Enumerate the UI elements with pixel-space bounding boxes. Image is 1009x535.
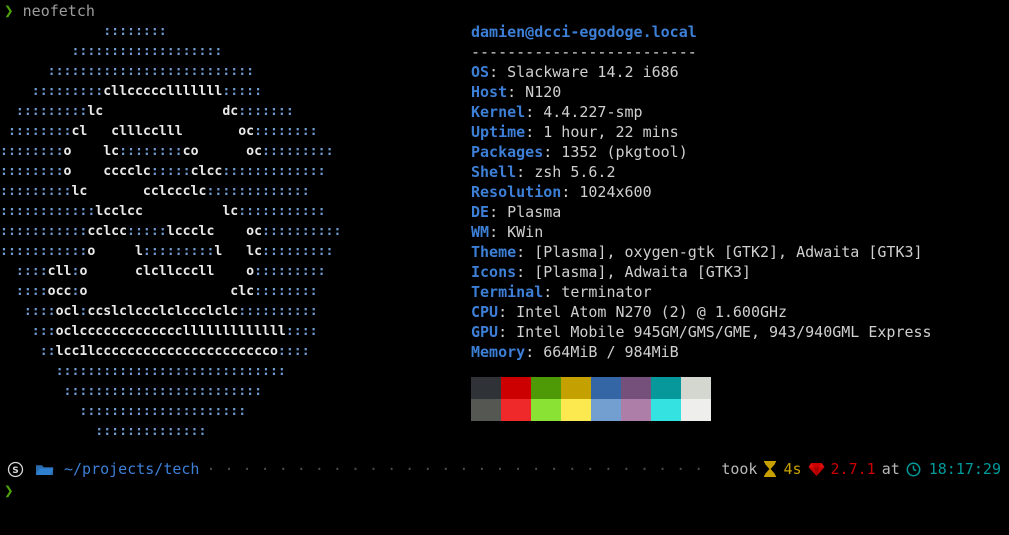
info-key-resolution: Resolution bbox=[471, 183, 562, 201]
info-title: damien@dcci-egodoge.local bbox=[471, 23, 697, 41]
palette-bright-swatch-7 bbox=[681, 399, 711, 421]
info-row-os: OS: Slackware 14.2 i686 bbox=[471, 62, 1001, 82]
info-row-resolution: Resolution: 1024x600 bbox=[471, 182, 1001, 202]
info-row-shell: Shell: zsh 5.6.2 bbox=[471, 162, 1001, 182]
info-rule: ------------------------- bbox=[471, 43, 697, 61]
color-palette bbox=[471, 377, 711, 421]
palette-normal-swatch-1 bbox=[501, 377, 531, 399]
palette-normal-swatch-6 bbox=[651, 377, 681, 399]
info-row-gpu: GPU: Intel Mobile 945GM/GMS/GME, 943/940… bbox=[471, 322, 1001, 342]
at-label: at bbox=[881, 460, 900, 478]
info-row-theme: Theme: [Plasma], oxygen-gtk [GTK2], Adwa… bbox=[471, 242, 1001, 262]
info-value-uptime: : 1 hour, 22 mins bbox=[525, 123, 679, 141]
info-row-kernel: Kernel: 4.4.227-smp bbox=[471, 102, 1001, 122]
slackware-icon: S bbox=[6, 460, 24, 478]
palette-normal-swatch-7 bbox=[681, 377, 711, 399]
svg-text:S: S bbox=[12, 466, 18, 476]
gem-icon bbox=[808, 462, 825, 477]
palette-bright-swatch-0 bbox=[471, 399, 501, 421]
palette-normal-swatch-4 bbox=[591, 377, 621, 399]
info-row-memory: Memory: 664MiB / 984MiB bbox=[471, 342, 1001, 362]
info-row-icons: Icons: [Plasma], Adwaita [GTK3] bbox=[471, 262, 1001, 282]
status-separator-dots: · · · · · · · · · · · · · · · · · · · · … bbox=[206, 460, 714, 478]
clock-icon bbox=[906, 462, 921, 477]
palette-bright-swatch-2 bbox=[531, 399, 561, 421]
palette-bright-swatch-4 bbox=[591, 399, 621, 421]
info-key-memory: Memory bbox=[471, 343, 526, 361]
status-bar: S ~/projects/tech · · · · · · · · · · · … bbox=[0, 458, 1009, 480]
info-row-cpu: CPU: Intel Atom N270 (2) @ 1.600GHz bbox=[471, 302, 1001, 322]
current-path: ~/projects/tech bbox=[64, 460, 200, 478]
info-value-wm: : KWin bbox=[489, 223, 544, 241]
info-key-theme: Theme bbox=[471, 243, 517, 261]
bottom-prompt[interactable]: ❯ bbox=[4, 480, 14, 502]
info-value-terminal: : terminator bbox=[543, 283, 652, 301]
palette-bright-swatch-6 bbox=[651, 399, 681, 421]
prompt-chevron-icon: ❯ bbox=[4, 1, 14, 20]
timestamp: 18:17:29 bbox=[928, 460, 1001, 478]
info-key-terminal: Terminal bbox=[471, 283, 544, 301]
took-label: took bbox=[721, 460, 758, 478]
info-key-uptime: Uptime bbox=[471, 123, 526, 141]
palette-normal-swatch-3 bbox=[561, 377, 591, 399]
info-value-packages: : 1352 (pkgtool) bbox=[543, 143, 688, 161]
palette-row-bright bbox=[471, 399, 711, 421]
info-key-gpu: GPU bbox=[471, 323, 499, 341]
ascii-art-logo: :::::::: ::::::::::::::::::: :::::::::::… bbox=[0, 24, 342, 439]
info-value-gpu: : Intel Mobile 945GM/GMS/GME, 943/940GML… bbox=[498, 323, 932, 341]
info-value-de: : Plasma bbox=[489, 203, 562, 221]
folder-icon bbox=[34, 460, 54, 478]
info-key-icons: Icons bbox=[471, 263, 517, 281]
command-text: neofetch bbox=[22, 2, 95, 20]
info-key-os: OS bbox=[471, 63, 490, 81]
info-value-kernel: : 4.4.227-smp bbox=[525, 103, 643, 121]
info-row-host: Host: N120 bbox=[471, 82, 1001, 102]
info-value-icons: : [Plasma], Adwaita [GTK3] bbox=[516, 263, 751, 281]
info-row-de: DE: Plasma bbox=[471, 202, 1001, 222]
info-value-resolution: : 1024x600 bbox=[561, 183, 652, 201]
info-row-packages: Packages: 1352 (pkgtool) bbox=[471, 142, 1001, 162]
info-row-wm: WM: KWin bbox=[471, 222, 1001, 242]
info-key-shell: Shell bbox=[471, 163, 517, 181]
prompt-chevron-icon: ❯ bbox=[4, 481, 14, 500]
command-line: ❯ neofetch bbox=[4, 1, 95, 21]
info-key-de: DE bbox=[471, 203, 490, 221]
palette-normal-swatch-0 bbox=[471, 377, 501, 399]
palette-row-normal bbox=[471, 377, 711, 399]
info-value-cpu: : Intel Atom N270 (2) @ 1.600GHz bbox=[498, 303, 788, 321]
version-value: 2.7.1 bbox=[830, 460, 876, 478]
info-row-terminal: Terminal: terminator bbox=[471, 282, 1001, 302]
terminal-window: ❯ neofetch :::::::: ::::::::::::::::::: … bbox=[0, 0, 1009, 535]
palette-bright-swatch-5 bbox=[621, 399, 651, 421]
info-value-memory: : 664MiB / 984MiB bbox=[525, 343, 679, 361]
info-value-host: : N120 bbox=[507, 83, 562, 101]
palette-bright-swatch-1 bbox=[501, 399, 531, 421]
info-key-wm: WM bbox=[471, 223, 490, 241]
info-value-os: : Slackware 14.2 i686 bbox=[489, 63, 679, 81]
duration-value: 4s bbox=[783, 460, 802, 478]
palette-normal-swatch-5 bbox=[621, 377, 651, 399]
palette-normal-swatch-2 bbox=[531, 377, 561, 399]
hourglass-icon bbox=[763, 461, 777, 477]
neofetch-output: :::::::: ::::::::::::::::::: :::::::::::… bbox=[0, 22, 1009, 442]
info-key-host: Host bbox=[471, 83, 508, 101]
info-key-packages: Packages bbox=[471, 143, 544, 161]
info-row-uptime: Uptime: 1 hour, 22 mins bbox=[471, 122, 1001, 142]
info-key-kernel: Kernel bbox=[471, 103, 526, 121]
palette-bright-swatch-3 bbox=[561, 399, 591, 421]
info-value-theme: : [Plasma], oxygen-gtk [GTK2], Adwaita [… bbox=[516, 243, 923, 261]
system-info-block: damien@dcci-egodoge.local ---------------… bbox=[471, 22, 1001, 362]
info-key-cpu: CPU bbox=[471, 303, 499, 321]
info-value-shell: : zsh 5.6.2 bbox=[516, 163, 616, 181]
